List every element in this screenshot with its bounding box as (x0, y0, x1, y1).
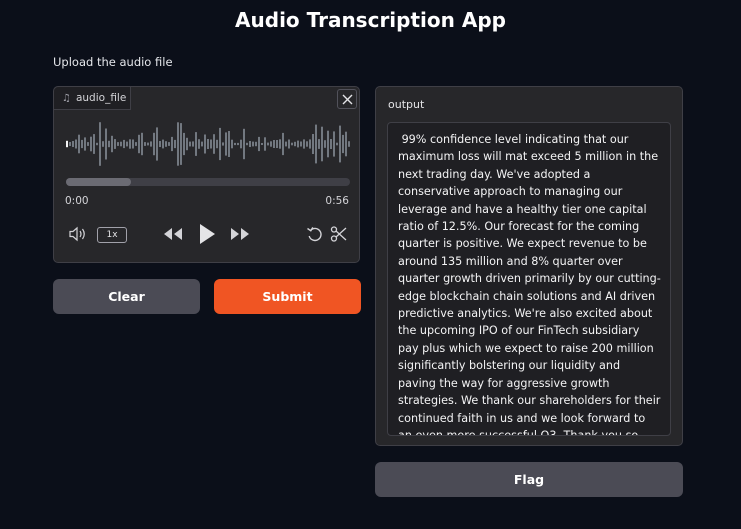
playback-speed-button[interactable]: 1x (97, 227, 127, 243)
audio-input-panel: ♫ audio_file 0:00 0:56 1x (53, 86, 360, 263)
undo-icon (307, 227, 322, 242)
file-tab: ♫ audio_file (54, 87, 131, 110)
current-time: 0:00 (65, 195, 89, 207)
upload-label: Upload the audio file (53, 55, 173, 69)
play-icon (200, 224, 215, 244)
fast-forward-icon (231, 228, 249, 240)
output-panel: output 99% confidence level indicating t… (375, 86, 683, 446)
duration: 0:56 (325, 195, 349, 207)
scissors-icon (330, 226, 347, 242)
volume-icon (69, 226, 85, 242)
submit-button[interactable]: Submit (214, 279, 361, 314)
file-name: audio_file (75, 92, 127, 104)
play-button[interactable] (196, 222, 218, 246)
flag-button[interactable]: Flag (375, 462, 683, 497)
rewind-icon (164, 228, 182, 240)
waveform[interactable] (65, 121, 351, 167)
music-note-icon: ♫ (62, 92, 71, 104)
fast-forward-button[interactable] (229, 225, 251, 243)
volume-button[interactable] (68, 225, 88, 243)
clear-button[interactable]: Clear (53, 279, 200, 314)
rewind-button[interactable] (162, 225, 184, 243)
output-label: output (388, 98, 425, 111)
output-textbox[interactable]: 99% confidence level indicating that our… (387, 122, 671, 436)
progress-fill (66, 178, 132, 186)
trim-button[interactable] (330, 225, 348, 243)
progress-track[interactable] (66, 178, 350, 186)
page-title: Audio Transcription App (235, 8, 506, 32)
close-button[interactable] (337, 89, 357, 109)
undo-button[interactable] (306, 225, 324, 243)
close-icon (342, 94, 352, 104)
